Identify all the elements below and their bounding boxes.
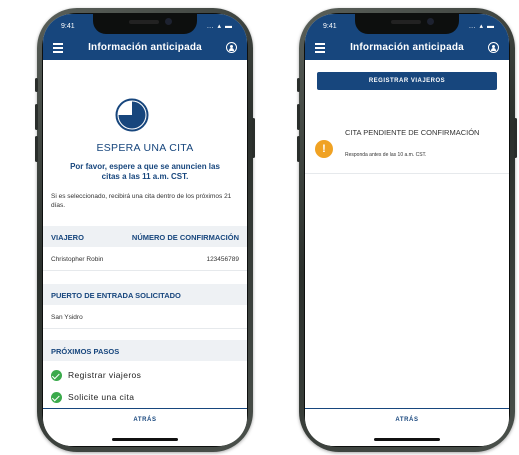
status-time: 9:41 <box>323 23 337 30</box>
status-icons: … ▴ ▬ <box>468 23 495 30</box>
right-phone-frame: 9:41 … ▴ ▬ Información anticipada REGIST… <box>297 8 517 452</box>
port-section-header: PUERTO DE ENTRADA SOLICITADO <box>43 284 247 305</box>
wait-title: ESPERA UNA CITA <box>96 142 194 154</box>
phone-notch <box>355 14 459 34</box>
col-confirmation: NÚMERO DE CONFIRMACIÓN <box>131 233 239 242</box>
phone-notch <box>93 14 197 34</box>
main-content: ESPERA UNA CITA Por favor, espere a que … <box>43 60 247 408</box>
next-steps-header: PRÓXIMOS PASOS <box>43 340 247 361</box>
table-row: Christopher Robin 123456789 <box>43 247 247 271</box>
left-phone-frame: 9:41 … ▴ ▬ Información anticipada ESPERA… <box>35 8 255 452</box>
pie-clock-icon <box>115 98 149 132</box>
col-traveler: VIAJERO <box>51 233 84 242</box>
step-label: Solicite una cita <box>68 392 135 402</box>
bottom-bar: ATRÁS <box>305 408 509 446</box>
app-header: Información anticipada <box>43 36 247 60</box>
next-steps-label: PRÓXIMOS PASOS <box>51 347 120 356</box>
bottom-bar: ATRÁS <box>43 408 247 446</box>
back-button[interactable]: ATRÁS <box>43 417 247 423</box>
wait-note: Si es seleccionado, recibirá una cita de… <box>51 193 232 209</box>
page-title: Información anticipada <box>88 42 202 53</box>
port-row: San Ysidro <box>43 305 247 329</box>
back-button[interactable]: ATRÁS <box>305 417 509 423</box>
main-content: REGISTRAR VIAJEROS ! CITA PENDIENTE DE C… <box>305 60 509 408</box>
pending-subtitle: Responda antes de las 10 a.m. CST. <box>345 152 427 158</box>
home-indicator[interactable] <box>112 438 178 441</box>
page-title: Información anticipada <box>350 42 464 53</box>
warning-icon: ! <box>315 140 333 158</box>
screenshot-stage: 9:41 … ▴ ▬ Información anticipada ESPERA… <box>0 0 519 455</box>
status-time: 9:41 <box>61 23 75 30</box>
check-circle-icon <box>51 370 62 381</box>
wait-subtitle: Por favor, espere a que se anuncien las … <box>70 162 220 181</box>
register-travelers-button[interactable]: REGISTRAR VIAJEROS <box>317 72 497 90</box>
status-icons: … ▴ ▬ <box>206 23 233 30</box>
right-phone-screen: 9:41 … ▴ ▬ Información anticipada REGIST… <box>305 14 509 446</box>
pending-title: CITA PENDIENTE DE CONFIRMACIÓN <box>345 128 480 137</box>
step-label: Registrar viajeros <box>68 370 142 380</box>
check-circle-icon <box>51 392 62 403</box>
user-icon[interactable] <box>226 42 237 53</box>
port-value: San Ysidro <box>51 314 83 321</box>
port-header-label: PUERTO DE ENTRADA SOLICITADO <box>51 291 181 300</box>
left-phone-screen: 9:41 … ▴ ▬ Información anticipada ESPERA… <box>43 14 247 446</box>
traveler-table-header: VIAJERO NÚMERO DE CONFIRMACIÓN <box>43 226 247 247</box>
traveler-name: Christopher Robin <box>51 256 104 263</box>
home-indicator[interactable] <box>374 438 440 441</box>
pending-appointment-item[interactable]: ! CITA PENDIENTE DE CONFIRMACIÓN Respond… <box>305 126 509 174</box>
user-icon[interactable] <box>488 42 499 53</box>
confirmation-number: 123456789 <box>206 256 239 263</box>
app-header: Información anticipada <box>305 36 509 60</box>
